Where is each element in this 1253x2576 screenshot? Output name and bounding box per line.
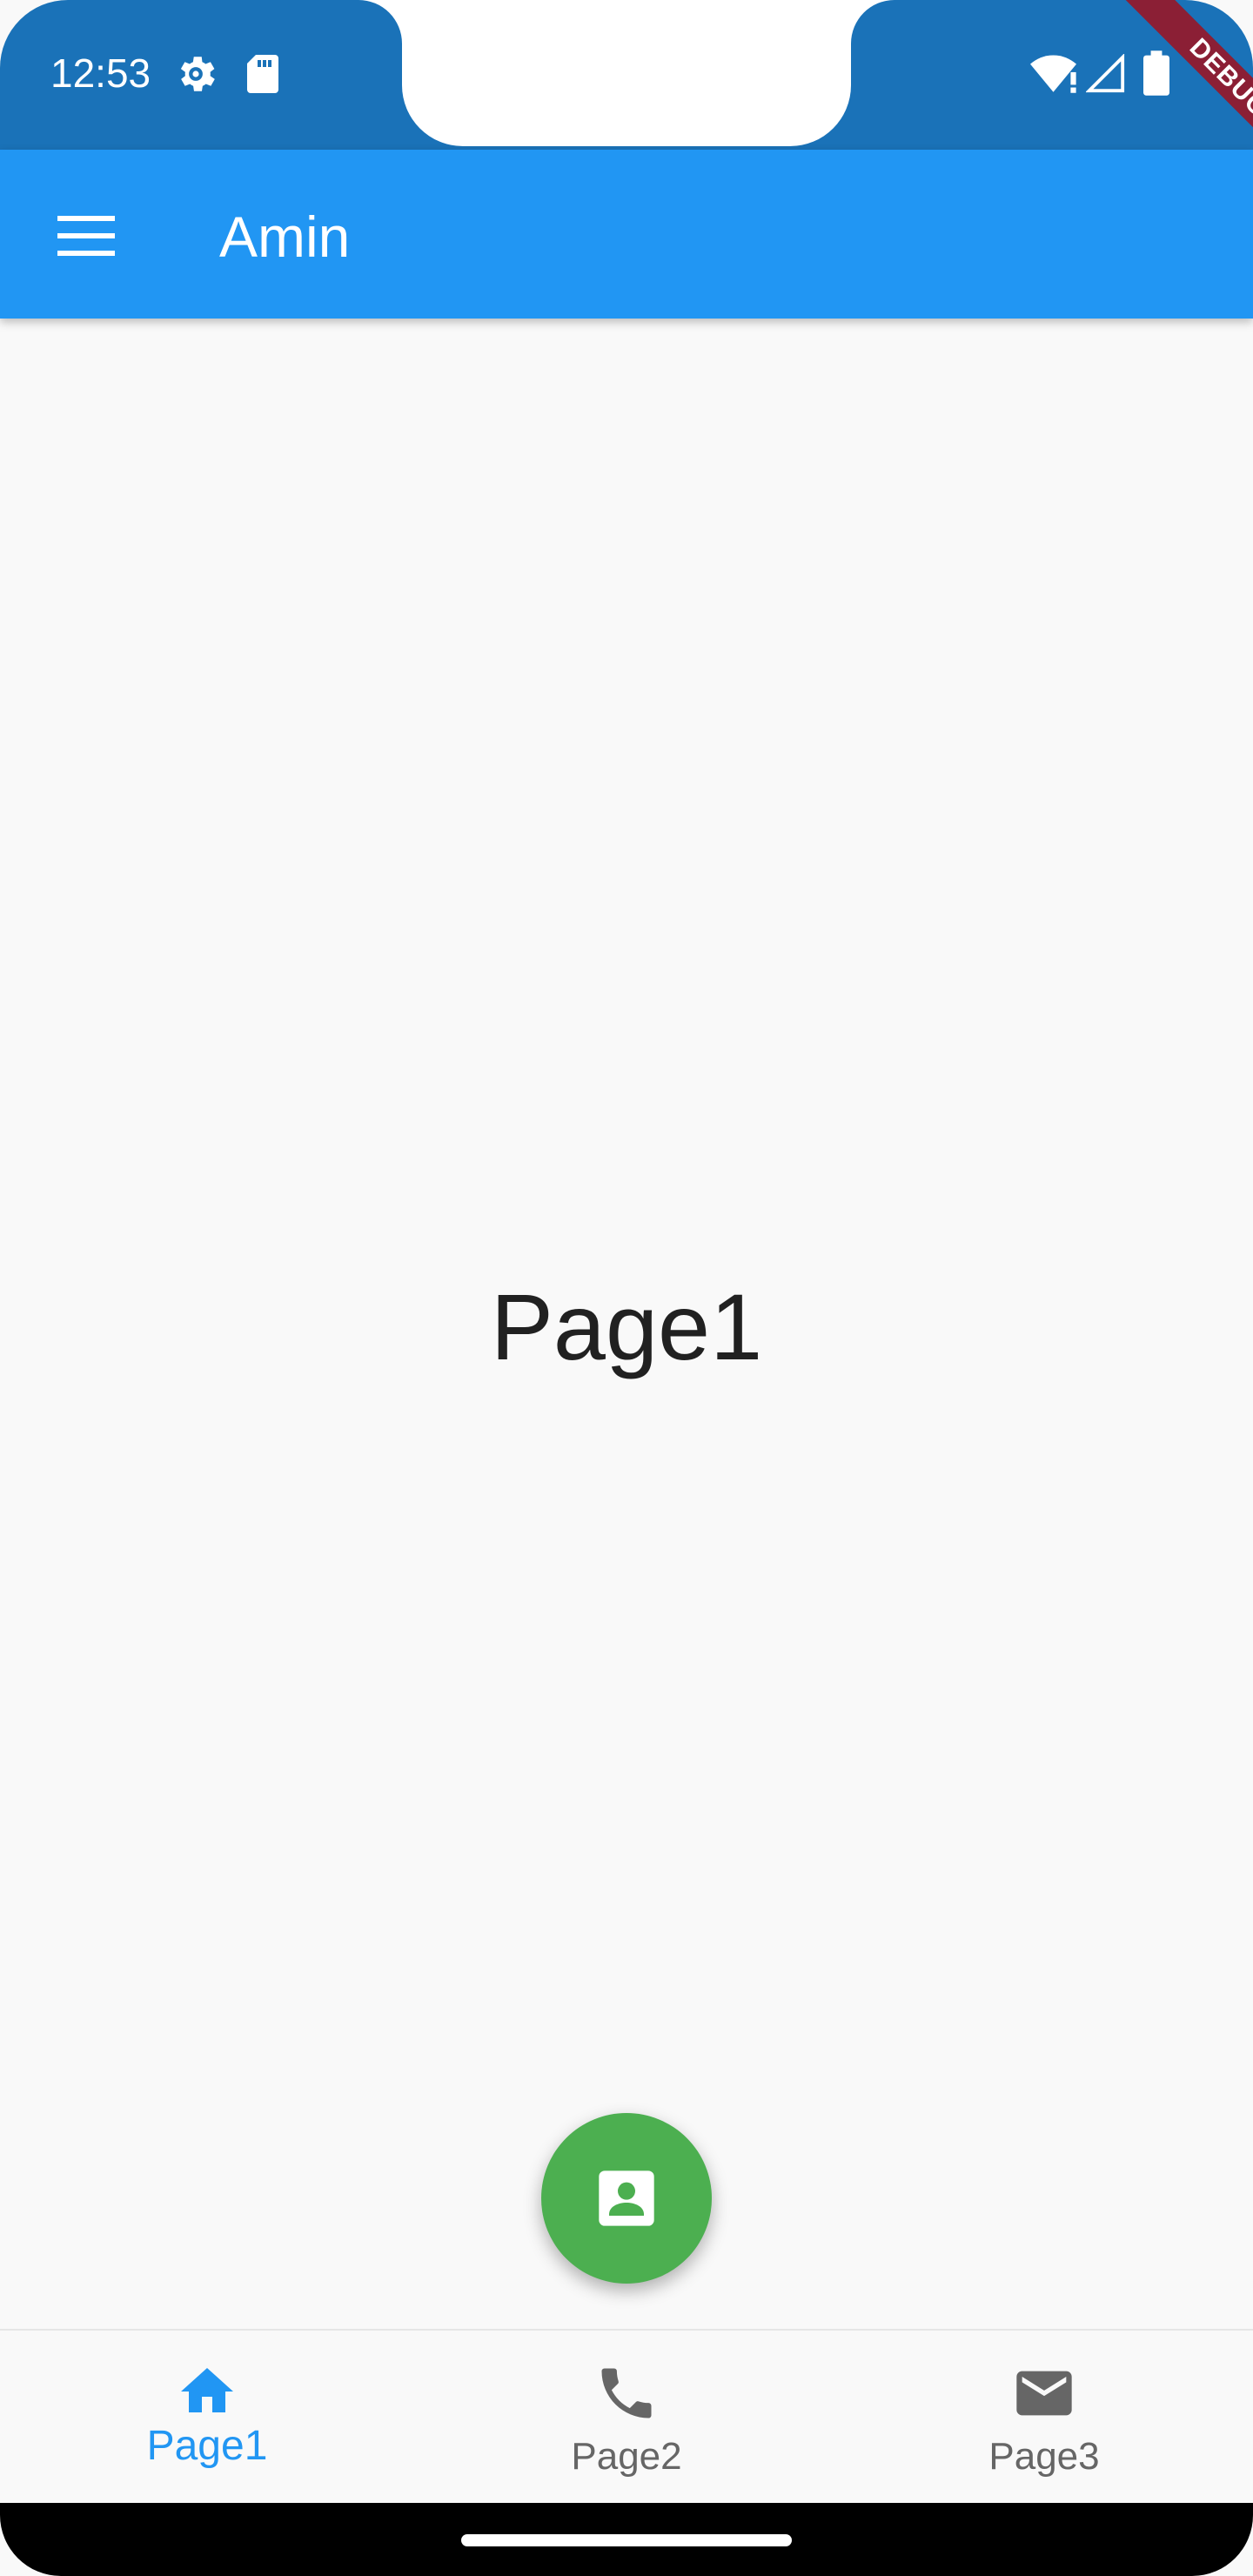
phone-icon <box>601 2368 652 2418</box>
nav-label-page2: Page2 <box>571 2435 682 2478</box>
status-time: 12:53 <box>50 50 151 96</box>
menu-button[interactable] <box>38 193 134 280</box>
nav-item-page1[interactable]: Page1 <box>33 2350 381 2498</box>
page-content-label: Page1 <box>490 1274 763 1379</box>
floating-action-button[interactable] <box>541 2113 712 2284</box>
display-notch <box>402 0 851 146</box>
home-icon <box>181 2368 233 2412</box>
nav-label-page3: Page3 <box>988 2435 1100 2478</box>
app-bar <box>0 150 1253 319</box>
phone-screen: 12:53 DEBUG Amin Page1 Page1 Page2 Page3 <box>0 0 1253 2576</box>
settings-gear-icon <box>172 50 219 102</box>
app-title: Amin <box>219 205 351 269</box>
nav-label-page1: Page1 <box>146 2423 268 2469</box>
home-gesture-handle[interactable] <box>461 2534 792 2546</box>
cell-signal-icon <box>1085 53 1126 98</box>
menu-icon <box>57 214 115 262</box>
battery-icon <box>1143 50 1169 100</box>
nav-item-page2[interactable]: Page2 <box>452 2350 801 2498</box>
mail-icon <box>1016 2371 1072 2416</box>
notch-corner-right <box>851 0 895 44</box>
sd-card-icon <box>245 52 280 100</box>
contact-card-icon <box>599 2170 654 2226</box>
notch-corner-left <box>358 0 402 44</box>
wifi-alert-icon <box>1030 52 1081 100</box>
nav-item-page3[interactable]: Page3 <box>870 2350 1218 2498</box>
